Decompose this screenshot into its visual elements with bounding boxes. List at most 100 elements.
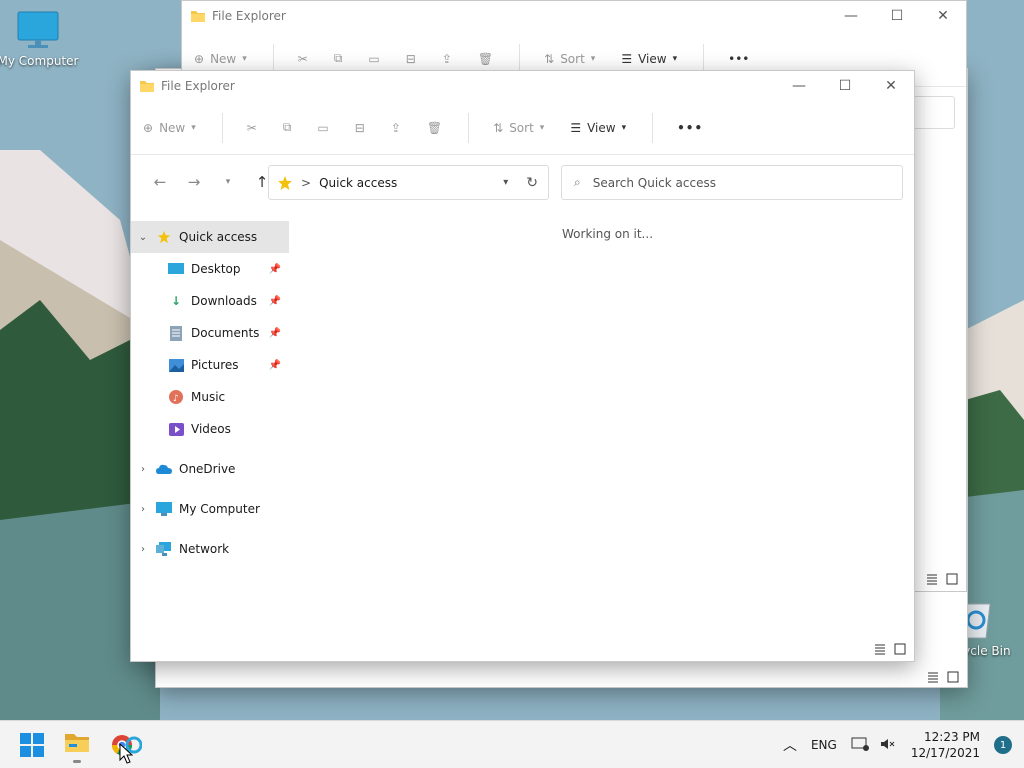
network-status-icon[interactable] xyxy=(851,736,869,755)
sidebar-item-network[interactable]: › Network xyxy=(131,533,289,565)
titlebar[interactable]: File Explorer — ☐ ✕ xyxy=(131,71,914,101)
tiles-view-icon[interactable] xyxy=(946,573,958,585)
sidebar-item-label: Quick access xyxy=(179,230,258,244)
sidebar-item-downloads[interactable]: ↓ Downloads 📌 xyxy=(131,285,289,317)
running-indicator xyxy=(73,760,81,763)
sort-button[interactable]: ⇅ Sort ▾ xyxy=(493,121,544,135)
pin-icon: 📌 xyxy=(268,359,281,371)
desktop-icon-my-computer[interactable]: My Computer xyxy=(0,10,80,68)
new-label: New xyxy=(159,120,186,135)
picture-icon xyxy=(167,357,185,373)
more-options-button[interactable]: ••• xyxy=(677,121,703,135)
pin-icon: 📌 xyxy=(268,327,281,339)
search-box[interactable]: ⌕ Search Quick access xyxy=(561,165,903,200)
sidebar-item-desktop[interactable]: Desktop 📌 xyxy=(131,253,289,285)
notification-badge[interactable]: 1 xyxy=(994,736,1012,754)
view-switcher xyxy=(927,671,959,683)
view-switcher xyxy=(926,573,958,585)
delete-button[interactable]: 🗑 xyxy=(478,52,493,66)
cloud-icon xyxy=(155,461,173,477)
volume-muted-icon[interactable] xyxy=(879,736,895,755)
titlebar[interactable]: File Explorer — ☐ ✕ xyxy=(182,1,966,31)
rename-button[interactable]: ⊟ xyxy=(355,121,365,135)
recent-locations-chevron-icon[interactable]: ▾ xyxy=(211,177,245,187)
minimize-button[interactable]: — xyxy=(828,1,874,31)
time: 12:23 PM xyxy=(924,730,980,744)
svg-text:♪: ♪ xyxy=(173,394,179,404)
back-arrow-icon[interactable]: ← xyxy=(143,173,177,191)
chevron-right-icon[interactable]: › xyxy=(131,544,155,555)
tiles-view-icon[interactable] xyxy=(947,671,959,683)
show-hidden-icons-chevron-icon[interactable]: ︿ xyxy=(783,735,797,755)
address-dropdown-chevron-icon[interactable]: ▾ xyxy=(503,177,508,188)
details-view-icon[interactable] xyxy=(926,573,938,585)
sidebar-item-documents[interactable]: Documents 📌 xyxy=(131,317,289,349)
sidebar-item-videos[interactable]: Videos xyxy=(131,413,289,445)
breadcrumb-separator: > xyxy=(301,175,312,190)
start-button[interactable] xyxy=(20,733,44,760)
window-title: File Explorer xyxy=(212,9,286,23)
sort-button[interactable]: ⇅ Sort ▾ xyxy=(544,52,595,66)
share-button[interactable]: ⇪ xyxy=(391,121,401,135)
mouse-cursor-icon xyxy=(119,743,133,764)
clock[interactable]: 12:23 PM 12/17/2021 xyxy=(911,729,980,761)
cut-button[interactable]: ✂ xyxy=(247,121,257,135)
chevron-right-icon[interactable]: › xyxy=(131,504,155,515)
share-button[interactable]: ⇪ xyxy=(442,52,452,66)
desktop-icon-label: My Computer xyxy=(0,54,79,68)
network-icon xyxy=(155,541,173,557)
maximize-button[interactable]: ☐ xyxy=(874,1,920,31)
breadcrumb[interactable]: Quick access xyxy=(319,176,397,190)
sidebar-item-pictures[interactable]: Pictures 📌 xyxy=(131,349,289,381)
maximize-button[interactable]: ☐ xyxy=(822,71,868,101)
rename-button[interactable]: ⊟ xyxy=(406,52,416,66)
sidebar-item-my-computer[interactable]: › My Computer xyxy=(131,493,289,525)
new-button[interactable]: ⊕ New ▾ xyxy=(143,121,196,135)
sidebar-item-onedrive[interactable]: › OneDrive xyxy=(131,453,289,485)
search-icon: ⌕ xyxy=(574,175,581,189)
sidebar-item-label: Network xyxy=(179,542,230,556)
paste-button[interactable]: ▭ xyxy=(368,52,379,66)
view-button[interactable]: ☰ View ▾ xyxy=(570,121,626,135)
sidebar-item-music[interactable]: ♪ Music xyxy=(131,381,289,413)
delete-button[interactable]: 🗑 xyxy=(427,121,442,135)
language-indicator[interactable]: ENG xyxy=(811,738,837,752)
file-explorer-window[interactable]: File Explorer — ☐ ✕ ⊕ New ▾ ✂ ⧉ ▭ ⊟ ⇪ 🗑 ⇅… xyxy=(130,70,915,662)
chevron-down-icon[interactable]: ⌄ xyxy=(131,232,155,243)
sidebar-item-label: Pictures xyxy=(191,358,239,372)
details-view-icon[interactable] xyxy=(927,671,939,683)
window-title: File Explorer xyxy=(161,79,235,93)
taskbar-file-explorer-button[interactable] xyxy=(64,731,90,763)
view-label: View xyxy=(587,120,616,135)
folder-icon xyxy=(140,81,154,92)
details-view-icon[interactable] xyxy=(874,643,886,655)
sidebar-item-label: Downloads xyxy=(191,294,257,308)
view-button[interactable]: ☰ View ▾ xyxy=(621,52,677,66)
refresh-icon[interactable]: ↻ xyxy=(526,175,538,191)
address-bar[interactable]: > Quick access ▾ ↻ xyxy=(268,165,549,200)
system-tray: ︿ ENG 12:23 PM 12/17/2021 1 xyxy=(783,721,1024,768)
pin-icon: 📌 xyxy=(268,295,281,307)
windows-logo-icon xyxy=(20,733,44,757)
chevron-right-icon[interactable]: › xyxy=(131,464,155,475)
forward-arrow-icon[interactable]: → xyxy=(177,173,211,191)
more-button[interactable]: ••• xyxy=(728,52,749,66)
command-bar: ⊕ New ▾ ✂ ⧉ ▭ ⊟ ⇪ 🗑 ⇅ Sort ▾ ☰ View ▾ ••• xyxy=(131,101,914,155)
cut-button[interactable]: ✂ xyxy=(298,52,308,66)
close-button[interactable]: ✕ xyxy=(920,1,966,31)
copy-button[interactable]: ⧉ xyxy=(283,120,292,135)
sidebar-item-label: Documents xyxy=(191,326,260,340)
navigation-pane: ⌄ Quick access Desktop 📌 ↓ Downloads 📌 D… xyxy=(131,221,289,565)
copy-button[interactable]: ⧉ xyxy=(334,51,343,66)
sidebar-item-label: My Computer xyxy=(179,502,260,516)
pin-icon: 📌 xyxy=(268,263,281,275)
taskbar: ︿ ENG 12:23 PM 12/17/2021 1 xyxy=(0,720,1024,768)
tiles-view-icon[interactable] xyxy=(894,643,906,655)
new-button[interactable]: ⊕ New ▾ xyxy=(194,52,247,66)
search-input[interactable]: Search Quick access xyxy=(593,176,716,190)
minimize-button[interactable]: — xyxy=(776,71,822,101)
sidebar-item-quick-access[interactable]: ⌄ Quick access xyxy=(131,221,289,253)
star-icon xyxy=(278,175,292,190)
close-button[interactable]: ✕ xyxy=(868,71,914,101)
paste-button[interactable]: ▭ xyxy=(317,121,328,135)
